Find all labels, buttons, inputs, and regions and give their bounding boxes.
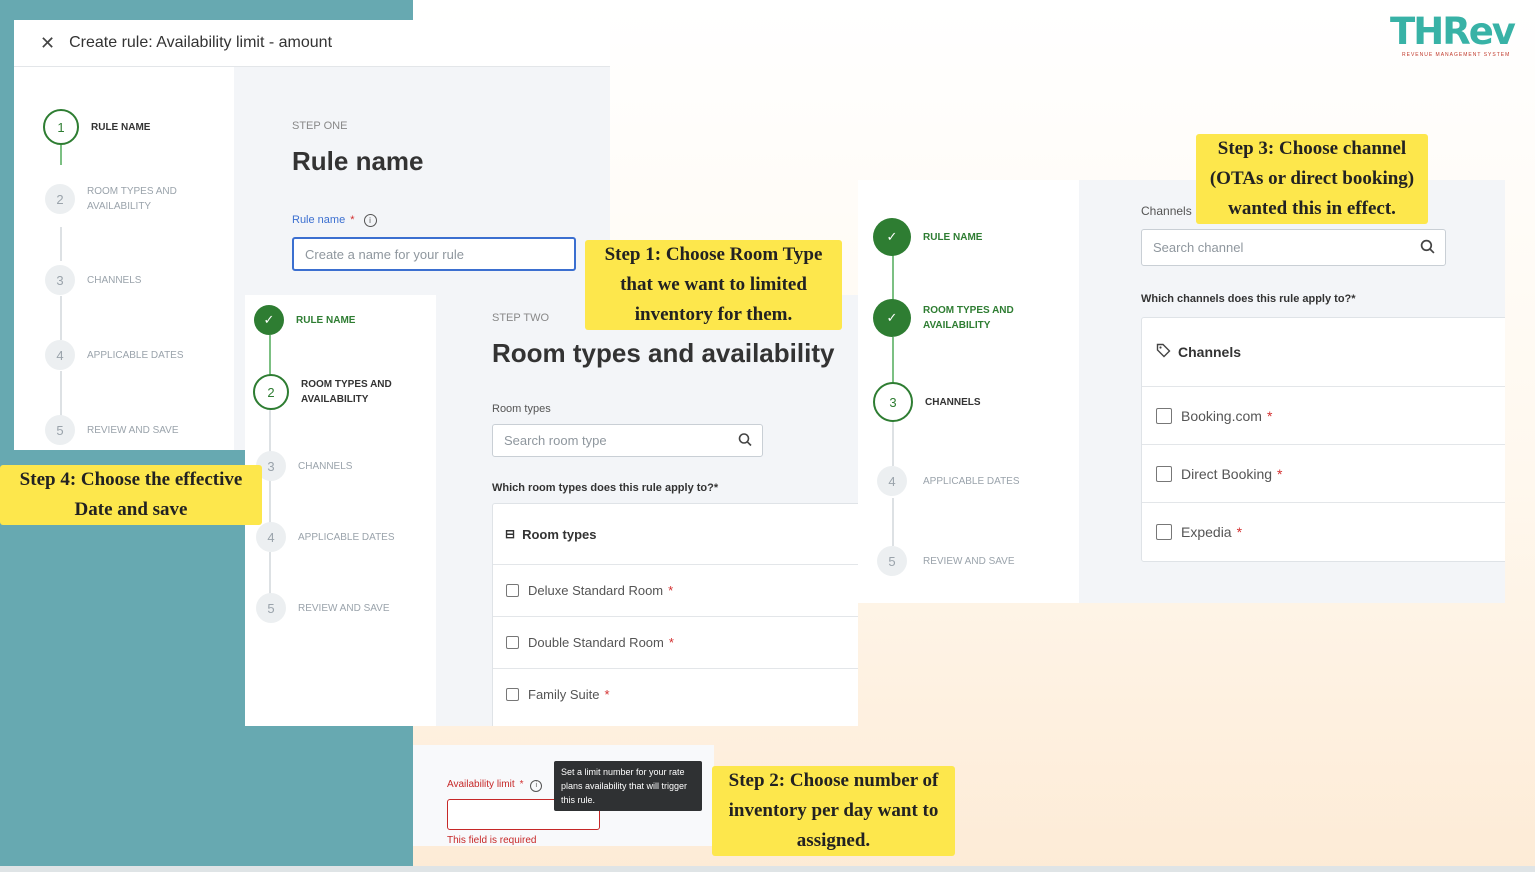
info-icon[interactable]: i [530,780,543,792]
room-types-search-label: Room types [492,403,551,415]
step-1[interactable]: ✓ RULE NAME [873,218,982,256]
channel-row-booking[interactable]: Booking.com * [1142,386,1505,444]
channels-table: Channels Booking.com * Direct Booking * Ex… [1141,317,1505,562]
step-caption: STEP TWO [492,312,550,324]
room-row-double[interactable]: Double Standard Room * [493,616,858,668]
room-types-table: ⊟ Room types Deluxe Standard Room * Doubl… [492,503,858,726]
availability-limit-panel: Availability limit * i This field is requ… [413,745,714,846]
step-5[interactable]: 5 REVIEW AND SAVE [256,593,390,623]
step-3[interactable]: 3 CHANNELS [45,265,141,295]
step-label: ROOM TYPES AND AVAILABILITY [87,186,177,212]
bed-icon: ⊟ [505,527,516,541]
channel-row-direct[interactable]: Direct Booking * [1142,444,1505,502]
availability-limit-label: Availability limit * i [447,779,543,792]
checkbox[interactable] [506,688,519,701]
tag-icon [1156,343,1171,361]
table-header: ⊟ Room types [505,526,597,542]
step-5[interactable]: 5 REVIEW AND SAVE [877,546,1015,576]
callout-step3: Step 3: Choose channel (OTAs or direct b… [1196,134,1428,224]
step-label: RULE NAME [91,121,151,133]
step-2[interactable]: ✓ ROOM TYPES AND AVAILABILITY [873,299,1033,337]
room-type-search-input[interactable]: Search room type [492,424,763,457]
checkbox[interactable] [506,636,519,649]
step-1[interactable]: ✓ RULE NAME [254,305,355,335]
channels-search-label: Channels [1141,204,1192,218]
page-title: Rule name [292,146,424,176]
step-caption: STEP ONE [292,120,348,132]
step-label: APPLICABLE DATES [923,475,1020,487]
step-label: CHANNELS [87,274,142,286]
page-title: Room types and availability [492,338,835,368]
step-label: CHANNELS [298,460,353,472]
step-label: REVIEW AND SAVE [923,555,1015,567]
step-4[interactable]: 4 APPLICABLE DATES [256,522,395,552]
info-tooltip: Set a limit number for your rate plans a… [554,761,702,811]
room-row-deluxe[interactable]: Deluxe Standard Room * [493,564,858,616]
channel-search-input[interactable]: Search channel [1141,229,1446,266]
checkbox[interactable] [1156,523,1172,540]
rule-name-label: Rule name * i [292,214,377,227]
callout-step1: Step 1: Choose Room Type that we want to… [585,240,842,330]
channel-row-expedia[interactable]: Expedia * [1142,502,1505,560]
step-label: APPLICABLE DATES [87,349,184,361]
step-label: RULE NAME [296,314,356,326]
stepper: ✓ RULE NAME 2 ROOM TYPES AND AVAILABILIT… [245,295,436,726]
channels-panel: ✓ RULE NAME ✓ ROOM TYPES AND AVAILABILIT… [858,180,1505,603]
dialog-header: ✕ Create rule: Availability limit - amou… [14,20,610,67]
step-label: ROOM TYPES AND AVAILABILITY [301,379,392,405]
callout-step2: Step 2: Choose number of inventory per d… [712,766,955,856]
field-error-text: This field is required [447,835,537,846]
channels-content: Channels Search channel Which channels d… [1079,180,1505,603]
logo-tagline: REVENUE MANAGEMENT SYSTEM [1402,52,1511,58]
checkbox[interactable] [506,584,519,597]
room-row-family[interactable]: Family Suite * [493,668,858,720]
step-3[interactable]: 3 CHANNELS [256,451,352,481]
info-icon[interactable]: i [363,214,377,227]
step-5[interactable]: 5 REVIEW AND SAVE [45,415,179,445]
step-4[interactable]: 4 APPLICABLE DATES [877,466,1020,496]
step-label: CHANNELS [925,396,981,408]
rule-name-input[interactable]: Create a name for your rule [292,237,576,271]
stepper: 1 RULE NAME 2 ROOM TYPES AND AVAILABILIT… [14,67,234,450]
step-label: REVIEW AND SAVE [87,424,179,436]
room-types-panel: ✓ RULE NAME 2 ROOM TYPES AND AVAILABILIT… [245,295,858,726]
table-header: Channels [1142,318,1505,386]
room-types-question: Which room types does this rule apply to… [492,482,719,494]
step-label: REVIEW AND SAVE [298,602,390,614]
callout-step4: Step 4: Choose the effective Date and sa… [0,465,262,525]
step-2[interactable]: 2 ROOM TYPES AND AVAILABILITY [45,184,197,214]
checkbox[interactable] [1156,465,1172,482]
step-3[interactable]: 3 CHANNELS [873,382,981,422]
bottom-strip [0,866,1535,872]
close-icon[interactable]: ✕ [40,33,55,54]
search-icon[interactable] [1420,239,1435,257]
logo-mark: THRev [1390,10,1516,53]
threv-logo: THRev REVENUE MANAGEMENT SYSTEM [1390,12,1520,62]
step-2[interactable]: 2 ROOM TYPES AND AVAILABILITY [253,374,401,410]
step-1[interactable]: 1 RULE NAME [43,109,150,145]
room-types-content: STEP TWO Room types and availability Roo… [436,295,858,726]
channels-question: Which channels does this rule apply to?* [1141,293,1356,305]
step-label: RULE NAME [923,231,983,243]
step-label: ROOM TYPES AND AVAILABILITY [923,305,1014,331]
checkbox[interactable] [1156,407,1172,424]
search-icon[interactable] [738,432,752,449]
stepper: ✓ RULE NAME ✓ ROOM TYPES AND AVAILABILIT… [858,180,1079,603]
dialog-title: Create rule: Availability limit - amount [69,34,333,51]
step-4[interactable]: 4 APPLICABLE DATES [45,340,184,370]
step-label: APPLICABLE DATES [298,531,395,543]
